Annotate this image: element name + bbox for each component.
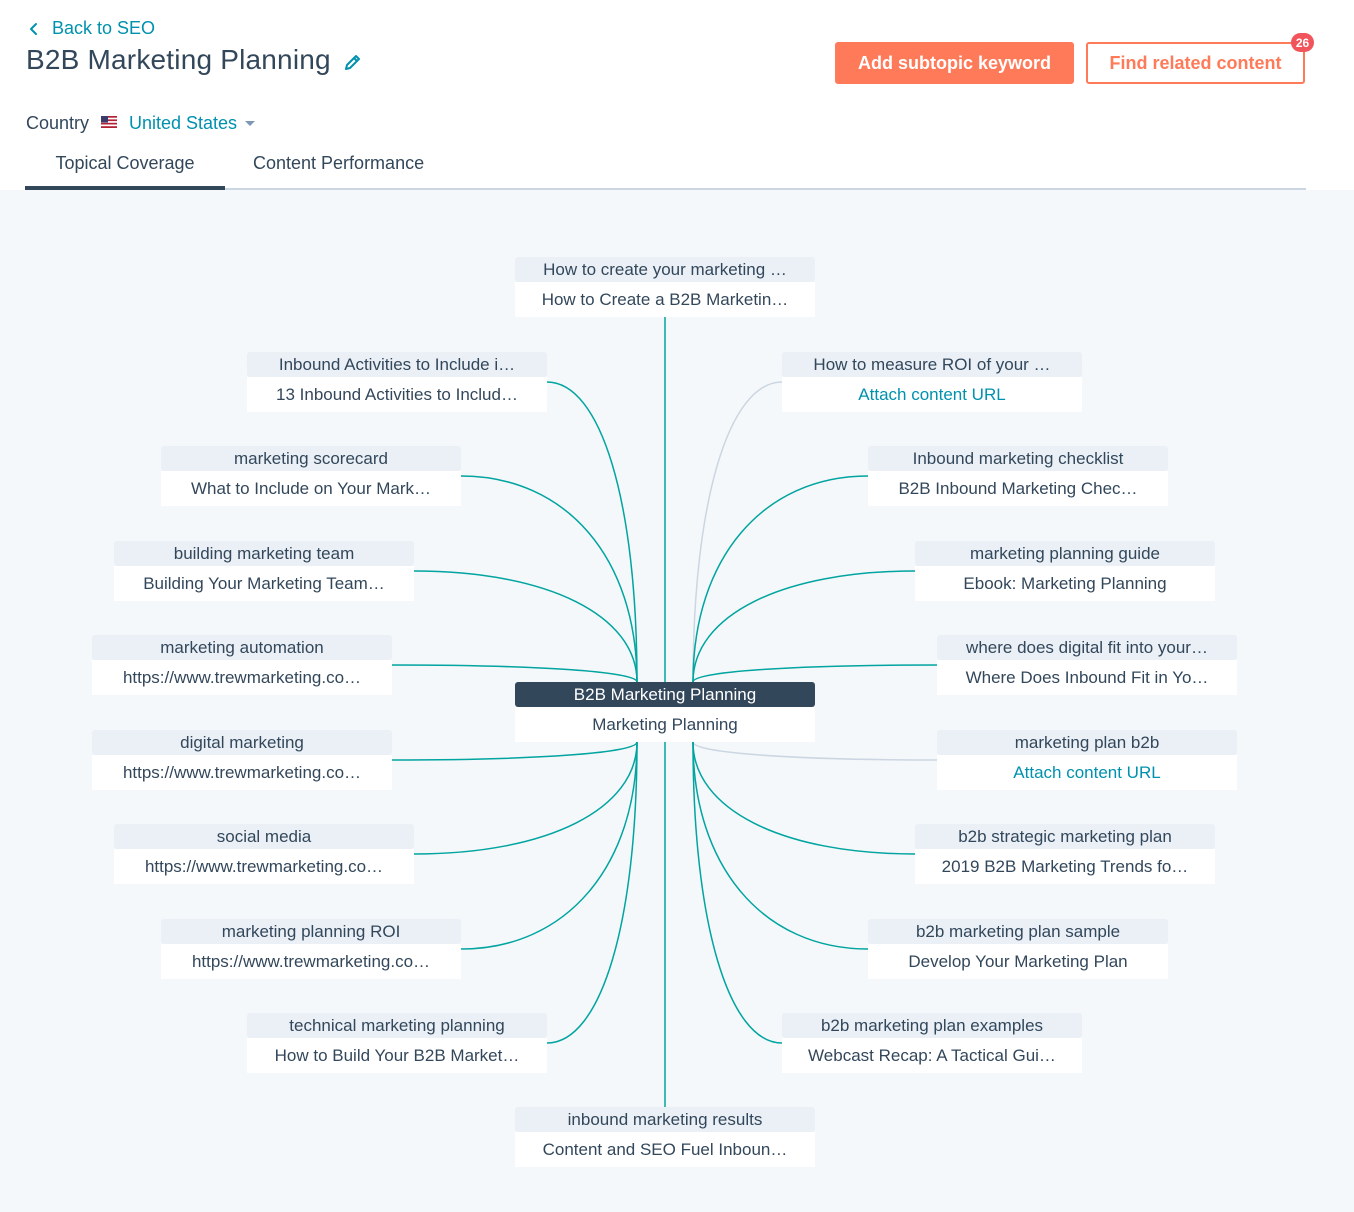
connector-line xyxy=(692,475,869,683)
subtopic-keyword[interactable]: marketing plan b2b xyxy=(937,730,1237,755)
subtopic-keyword[interactable]: How to create your marketing … xyxy=(515,257,815,282)
tab-content-performance[interactable]: Content Performance xyxy=(253,153,424,174)
subtopic-content: How to Build Your B2B Market… xyxy=(247,1038,547,1073)
country-value: United States xyxy=(129,113,238,133)
connector-line xyxy=(692,664,938,683)
topic-cluster-canvas: How to create your marketing … How to Cre… xyxy=(0,190,1354,1212)
subtopic-content: https://www.trewmarketing.co… xyxy=(114,849,414,884)
subtopic-content: Ebook: Marketing Planning xyxy=(915,566,1215,601)
pillar-content: Marketing Planning xyxy=(515,707,815,742)
pillar-keyword[interactable]: B2B Marketing Planning xyxy=(515,682,815,707)
subtopic-keyword[interactable]: marketing scorecard xyxy=(161,446,461,471)
subtopic-node[interactable]: marketing scorecard What to Include on Yo… xyxy=(161,446,461,506)
subtopic-keyword[interactable]: marketing planning ROI xyxy=(161,919,461,944)
subtopic-node[interactable]: social media https://www.trewmarketing.co… xyxy=(114,824,414,884)
subtopic-content: What to Include on Your Mark… xyxy=(161,471,461,506)
back-link-label: Back to SEO xyxy=(52,18,156,38)
pillar-node[interactable]: B2B Marketing Planning Marketing Planning xyxy=(515,682,815,742)
connector-line xyxy=(460,475,638,683)
subtopic-keyword[interactable]: where does digital fit into your… xyxy=(937,635,1237,660)
subtopic-node[interactable]: marketing plan b2b Attach content URL xyxy=(937,730,1237,790)
subtopic-content: Develop Your Marketing Plan xyxy=(868,944,1168,979)
connector-line xyxy=(391,664,638,683)
subtopic-content: https://www.trewmarketing.co… xyxy=(161,944,461,979)
chevron-left-icon xyxy=(30,22,37,35)
subtopic-content: How to Create a B2B Marketin… xyxy=(515,282,815,317)
page-title: B2B Marketing Planning xyxy=(26,44,331,75)
country-dropdown[interactable]: United States xyxy=(129,113,256,134)
subtopic-node[interactable]: inbound marketing results Content and SEO… xyxy=(515,1107,815,1167)
subtopic-keyword[interactable]: b2b marketing plan sample xyxy=(868,919,1168,944)
attach-content-url-link[interactable]: Attach content URL xyxy=(937,755,1237,790)
subtopic-content: https://www.trewmarketing.co… xyxy=(92,660,392,695)
subtopic-node[interactable]: b2b marketing plan sample Develop Your Ma… xyxy=(868,919,1168,979)
subtopic-keyword[interactable]: inbound marketing results xyxy=(515,1107,815,1132)
subtopic-node[interactable]: digital marketing https://www.trewmarketi… xyxy=(92,730,392,790)
connector-line xyxy=(692,741,916,855)
subtopic-keyword[interactable]: b2b strategic marketing plan xyxy=(915,824,1215,849)
connector-line xyxy=(692,741,938,761)
subtopic-keyword[interactable]: technical marketing planning xyxy=(247,1013,547,1038)
subtopic-keyword[interactable]: building marketing team xyxy=(114,541,414,566)
caret-down-icon xyxy=(245,121,256,126)
connector-line xyxy=(692,741,783,1044)
subtopic-content: Building Your Marketing Team… xyxy=(114,566,414,601)
connector-line xyxy=(460,741,638,950)
subtopic-content: 13 Inbound Activities to Includ… xyxy=(247,377,547,412)
connector-line xyxy=(546,741,638,1044)
subtopic-content: Content and SEO Fuel Inboun… xyxy=(515,1132,815,1167)
subtopic-node[interactable]: technical marketing planning How to Build… xyxy=(247,1013,547,1073)
subtopic-keyword[interactable]: marketing planning guide xyxy=(915,541,1215,566)
connector-line xyxy=(692,741,869,950)
notification-count-badge: 26 xyxy=(1291,33,1314,52)
back-to-seo-link[interactable]: Back to SEO xyxy=(26,18,155,39)
subtopic-node[interactable]: Inbound Activities to Include i… 13 Inbou… xyxy=(247,352,547,412)
subtopic-keyword[interactable]: digital marketing xyxy=(92,730,392,755)
subtopic-node[interactable]: How to measure ROI of your … Attach conte… xyxy=(782,352,1082,412)
subtopic-node[interactable]: marketing automation https://www.trewmark… xyxy=(92,635,392,695)
subtopic-content: B2B Inbound Marketing Chec… xyxy=(868,471,1168,506)
pencil-edit-icon[interactable] xyxy=(343,52,363,72)
subtopic-keyword[interactable]: Inbound Activities to Include i… xyxy=(247,352,547,377)
subtopic-node[interactable]: b2b strategic marketing plan 2019 B2B Mar… xyxy=(915,824,1215,884)
page-header: Back to SEO B2B Marketing Planning Add s… xyxy=(0,0,1354,190)
connector-line xyxy=(391,741,638,761)
subtopic-content: Where Does Inbound Fit in Yo… xyxy=(937,660,1237,695)
subtopic-node[interactable]: building marketing team Building Your Mar… xyxy=(114,541,414,601)
subtopic-keyword[interactable]: b2b marketing plan examples xyxy=(782,1013,1082,1038)
country-label: Country xyxy=(26,113,90,133)
subtopic-keyword[interactable]: How to measure ROI of your … xyxy=(782,352,1082,377)
subtopic-node[interactable]: Inbound marketing checklist B2B Inbound M… xyxy=(868,446,1168,506)
subtopic-node[interactable]: How to create your marketing … How to Cre… xyxy=(515,257,815,317)
subtopic-keyword[interactable]: marketing automation xyxy=(92,635,392,660)
subtopic-keyword[interactable]: social media xyxy=(114,824,414,849)
subtopic-node[interactable]: where does digital fit into your… Where D… xyxy=(937,635,1237,695)
attach-content-url-link[interactable]: Attach content URL xyxy=(782,377,1082,412)
subtopic-content: 2019 B2B Marketing Trends fo… xyxy=(915,849,1215,884)
find-related-content-button[interactable]: Find related content xyxy=(1086,42,1305,84)
add-subtopic-keyword-button[interactable]: Add subtopic keyword xyxy=(835,42,1074,84)
subtopic-node[interactable]: marketing planning guide Ebook: Marketing… xyxy=(915,541,1215,601)
us-flag-icon xyxy=(101,116,117,128)
subtopic-content: Webcast Recap: A Tactical Gui… xyxy=(782,1038,1082,1073)
subtopic-node[interactable]: marketing planning ROI https://www.trewma… xyxy=(161,919,461,979)
subtopic-content: https://www.trewmarketing.co… xyxy=(92,755,392,790)
tab-topical-coverage[interactable]: Topical Coverage xyxy=(25,153,225,190)
connector-line xyxy=(546,381,638,683)
subtopic-keyword[interactable]: Inbound marketing checklist xyxy=(868,446,1168,471)
tab-bar: Topical Coverage Content Performance xyxy=(25,140,1306,190)
connector-line xyxy=(692,381,783,683)
connector-line xyxy=(413,741,638,855)
subtopic-node[interactable]: b2b marketing plan examples Webcast Recap… xyxy=(782,1013,1082,1073)
